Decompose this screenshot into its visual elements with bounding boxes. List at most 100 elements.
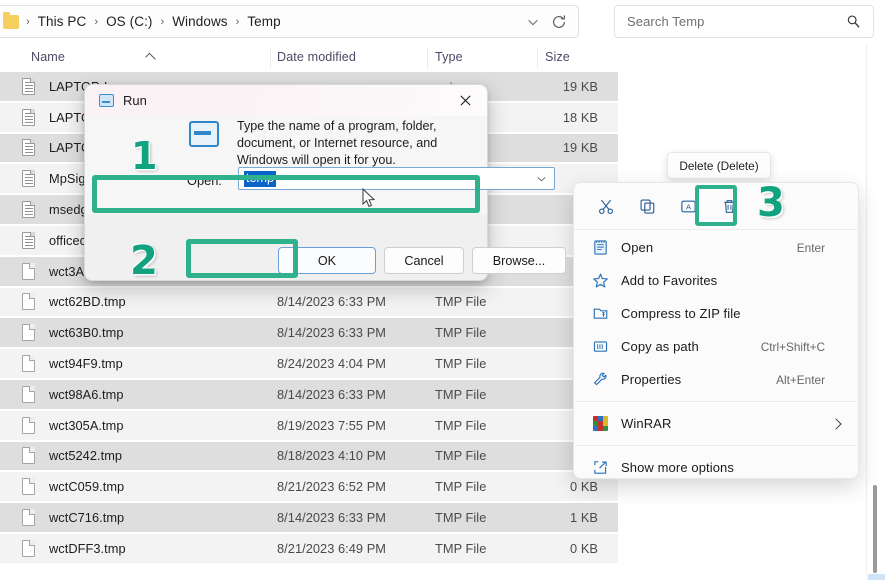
explorer-toolbar: › This PC › OS (C:) › Windows › Temp Sea… [0, 0, 885, 44]
step-number-1: 1 [131, 134, 158, 178]
menu-separator [576, 445, 856, 446]
cell-size: 0 KB [570, 540, 598, 556]
run-dialog-title-bar[interactable]: Run [85, 85, 487, 116]
table-row[interactable]: wct62BD.tmp 8/14/2023 6:33 PM TMP File [0, 287, 618, 319]
menu-item-label: Show more options [621, 460, 734, 475]
star-icon [590, 272, 610, 290]
refresh-icon[interactable] [550, 13, 568, 31]
cell-type: TMP File [435, 294, 487, 310]
rename-icon[interactable]: A [669, 190, 707, 222]
breadcrumb-item-this-pc[interactable]: This PC [37, 14, 88, 29]
close-button[interactable] [443, 85, 487, 116]
search-placeholder: Search Temp [627, 14, 705, 29]
wrench-icon [590, 371, 610, 389]
svg-text:A: A [685, 202, 691, 211]
breadcrumb-item-windows[interactable]: Windows [171, 14, 228, 29]
address-bar[interactable]: › This PC › OS (C:) › Windows › Temp [0, 5, 579, 38]
text-document-icon [22, 231, 35, 249]
blank-page-icon [22, 355, 35, 373]
cell-file-name: wctC059.tmp [49, 479, 125, 495]
cut-icon[interactable] [587, 190, 625, 222]
ok-button[interactable]: OK [278, 247, 376, 274]
chevron-down-icon[interactable] [537, 176, 546, 182]
open-field-label: Open: [187, 173, 222, 188]
sort-ascending-caret-icon[interactable] [145, 52, 156, 64]
menu-item-label: WinRAR [621, 416, 672, 431]
mouse-pointer-icon [362, 188, 376, 208]
cell-type: TMP File [435, 540, 487, 556]
menu-item-winrar[interactable]: WinRAR [574, 407, 858, 440]
cell-date-modified: 8/21/2023 6:49 PM [277, 540, 386, 556]
close-icon [459, 95, 471, 106]
copy-icon[interactable] [628, 190, 666, 222]
menu-item-label: Copy as path [621, 339, 699, 354]
column-header-size[interactable]: Size [545, 50, 570, 64]
breadcrumb-item-temp[interactable]: Temp [246, 14, 281, 29]
panel-edge-divider [866, 44, 867, 580]
breadcrumb-item-os-c[interactable]: OS (C:) [105, 14, 153, 29]
column-divider[interactable] [270, 48, 271, 68]
menu-separator [576, 401, 856, 402]
open-notepad-icon [590, 239, 610, 257]
table-row[interactable]: wct98A6.tmp 8/14/2023 6:33 PM TMP File [0, 379, 618, 411]
cancel-button[interactable]: Cancel [384, 247, 464, 274]
column-header-type[interactable]: Type [435, 50, 463, 64]
blank-page-icon [22, 262, 35, 280]
table-row[interactable]: wct5242.tmp 8/18/2023 4:10 PM TMP File [0, 441, 618, 473]
menu-item-show-more-options[interactable]: Show more options [574, 451, 858, 484]
breadcrumb-separator: › [160, 15, 165, 28]
cell-date-modified: 8/21/2023 6:52 PM [277, 479, 386, 495]
menu-item-copy-as-path[interactable]: Copy as path Ctrl+Shift+C [574, 330, 858, 363]
chevron-down-icon[interactable] [526, 15, 540, 29]
text-document-icon [22, 170, 35, 188]
menu-item-shortcut: Enter [796, 240, 825, 255]
vertical-scrollbar[interactable] [873, 485, 877, 573]
open-input[interactable]: temp [238, 167, 555, 190]
text-document-icon [22, 77, 35, 95]
table-row[interactable]: wct94F9.tmp 8/24/2023 4:04 PM TMP File [0, 349, 618, 380]
chevron-right-icon[interactable] [830, 417, 842, 430]
breadcrumb-separator: › [235, 15, 240, 28]
search-input[interactable]: Search Temp [614, 5, 874, 38]
blank-page-icon [22, 293, 35, 311]
blank-page-icon [22, 478, 35, 496]
table-row[interactable]: wctC059.tmp 8/21/2023 6:52 PM TMP File 0 KB [0, 472, 618, 504]
run-window-icon [99, 94, 114, 107]
column-header-date-modified[interactable]: Date modified [277, 50, 356, 64]
cell-size: 1 KB [570, 510, 598, 526]
cell-type: TMP File [435, 417, 487, 433]
column-divider[interactable] [537, 48, 538, 68]
menu-item-properties[interactable]: Properties Alt+Enter [574, 363, 858, 396]
cell-date-modified: 8/19/2023 7:55 PM [277, 417, 386, 433]
column-divider[interactable] [427, 48, 428, 68]
menu-item-open[interactable]: Open Enter [574, 231, 858, 264]
cell-file-name: wct5242.tmp [49, 448, 123, 464]
menu-item-label: Open [621, 240, 654, 255]
delete-icon[interactable] [710, 190, 748, 222]
table-row[interactable]: wct305A.tmp 8/19/2023 7:55 PM TMP File [0, 410, 618, 442]
blank-page-icon [22, 416, 35, 434]
menu-item-compress-to-zip-file[interactable]: Compress to ZIP file [574, 297, 858, 330]
table-row[interactable]: wctDFF3.tmp 8/21/2023 6:49 PM TMP File 0 KB [0, 533, 618, 565]
cell-file-name: wct98A6.tmp [49, 386, 124, 402]
context-menu[interactable]: A Open Enter Add to Favorites Compress to Z… [573, 182, 859, 479]
search-icon[interactable] [846, 14, 861, 29]
cell-date-modified: 8/14/2023 6:33 PM [277, 294, 386, 310]
menu-item-add-to-favorites[interactable]: Add to Favorites [574, 264, 858, 297]
browse-button[interactable]: Browse... [472, 247, 566, 274]
table-row[interactable]: wctC716.tmp 8/14/2023 6:33 PM TMP File 1 KB [0, 503, 618, 534]
cell-file-name: wct63B0.tmp [49, 325, 124, 341]
table-row[interactable]: wct63B0.tmp 8/14/2023 6:33 PM TMP File [0, 318, 618, 350]
blank-page-icon [22, 447, 35, 465]
cell-type: TMP File [435, 510, 487, 526]
column-header-name[interactable]: Name [31, 50, 65, 64]
blank-page-icon [22, 509, 35, 527]
cell-file-name: wct94F9.tmp [49, 356, 123, 372]
text-document-icon [22, 139, 35, 157]
cell-file-name: wct62BD.tmp [49, 294, 126, 310]
cell-type: TMP File [435, 479, 487, 495]
menu-item-label: Compress to ZIP file [621, 306, 741, 321]
open-input-value: temp [244, 170, 276, 187]
cell-type: TMP File [435, 356, 487, 372]
cell-type: TMP File [435, 386, 487, 402]
